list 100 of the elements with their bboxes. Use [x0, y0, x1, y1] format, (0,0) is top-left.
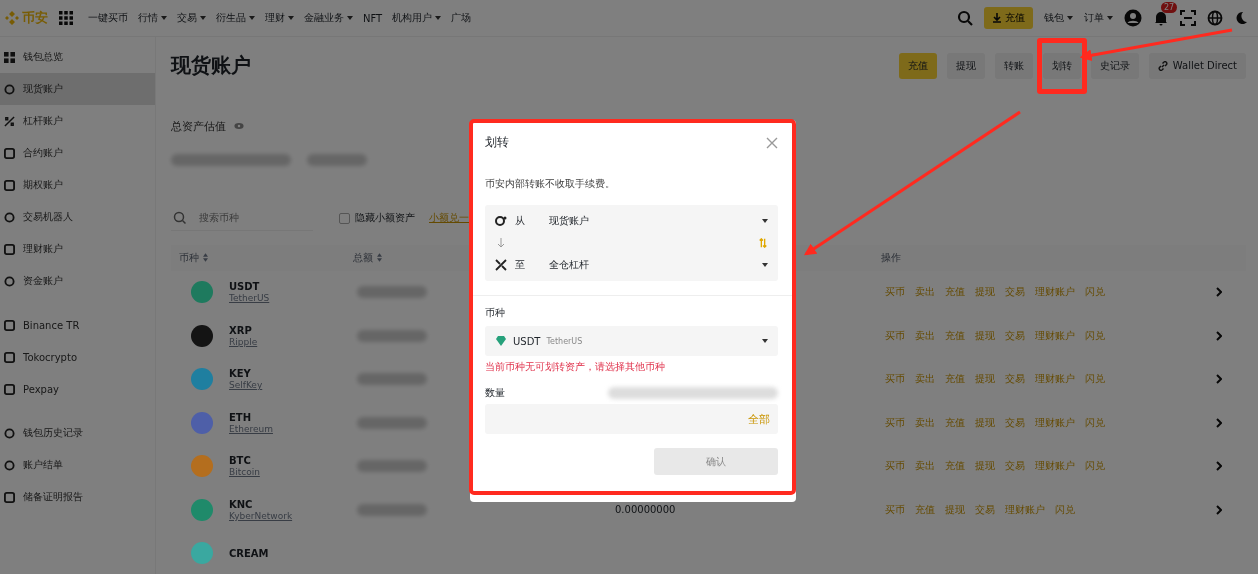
sidebar-item[interactable]: Pexpay — [0, 373, 155, 405]
action-link[interactable]: 闪兑 — [1085, 459, 1105, 474]
action-link[interactable]: 买币 — [885, 372, 905, 387]
action-link[interactable]: 闪兑 — [1085, 285, 1105, 300]
action-link[interactable]: 闪兑 — [1085, 372, 1105, 387]
sidebar-item[interactable]: 钱包总览 — [0, 41, 155, 73]
action-link[interactable]: 卖出 — [915, 285, 935, 300]
sidebar-item[interactable]: Tokocrypto — [0, 341, 155, 373]
nav-menu-item[interactable]: 钱包 — [1044, 11, 1073, 25]
action-link[interactable]: 卖出 — [915, 415, 935, 430]
action-link[interactable]: 理财账户 — [1035, 285, 1075, 300]
sort-icon[interactable] — [377, 253, 382, 262]
chevron-right-icon[interactable] — [1216, 461, 1222, 472]
nav-menu-item[interactable]: 广场 — [451, 11, 472, 25]
user-avatar-icon[interactable] — [1124, 9, 1142, 27]
action-link[interactable]: 充值 — [945, 372, 965, 387]
nav-menu-item[interactable]: 订单 — [1084, 11, 1113, 25]
sidebar-item[interactable]: Binance TR — [0, 309, 155, 341]
sidebar-item[interactable]: 账户结单 — [0, 449, 155, 481]
nav-menu-item[interactable]: NFT — [363, 11, 383, 25]
sidebar-item[interactable]: 交易机器人 — [0, 201, 155, 233]
action-link[interactable]: 提现 — [975, 285, 995, 300]
action-link[interactable]: 提现 — [945, 502, 965, 517]
column-header[interactable]: 币种 — [179, 250, 199, 265]
chevron-right-icon[interactable] — [1216, 287, 1222, 298]
action-link[interactable]: 买币 — [885, 502, 905, 517]
sidebar-item[interactable]: 杠杆账户 — [0, 105, 155, 137]
action-button[interactable]: 转账 — [994, 52, 1033, 79]
action-link[interactable]: 提现 — [975, 415, 995, 430]
action-link[interactable]: 提现 — [975, 459, 995, 474]
bell-icon[interactable] — [1153, 10, 1169, 26]
action-link[interactable]: 交易 — [1005, 372, 1025, 387]
moon-icon[interactable] — [1234, 11, 1248, 25]
sidebar-item[interactable]: 资金账户 — [0, 265, 155, 297]
action-link[interactable]: 闪兑 — [1085, 328, 1105, 343]
coin-select[interactable]: USDT TetherUS — [485, 326, 778, 356]
action-link[interactable]: 理财账户 — [1035, 415, 1075, 430]
coin-name[interactable]: KyberNetwork — [229, 510, 293, 521]
chevron-right-icon[interactable] — [1216, 374, 1222, 385]
nav-menu-item[interactable]: 理财 — [265, 11, 294, 25]
nav-menu-item[interactable]: 机构用户 — [392, 11, 442, 25]
sort-icon[interactable] — [203, 253, 208, 262]
sidebar-item[interactable]: 现货账户 — [0, 73, 155, 105]
action-link[interactable]: 交易 — [975, 502, 995, 517]
action-link[interactable]: 买币 — [885, 285, 905, 300]
action-button[interactable]: 史记录 — [1090, 52, 1139, 79]
coin-name[interactable]: Ethereum — [229, 423, 273, 434]
nav-menu-item[interactable]: 衍生品 — [216, 11, 255, 25]
nav-menu-item[interactable]: 一键买币 — [88, 11, 128, 25]
coin-name[interactable]: TetherUS — [229, 293, 270, 304]
action-link[interactable]: 充值 — [945, 415, 965, 430]
eye-icon[interactable] — [234, 121, 244, 131]
nav-menu-item[interactable]: 金融业务 — [304, 11, 353, 25]
action-link[interactable]: 充值 — [945, 328, 965, 343]
action-link[interactable]: 充值 — [945, 285, 965, 300]
action-link[interactable]: 理财账户 — [1035, 372, 1075, 387]
coin-name[interactable]: Bitcoin — [229, 467, 260, 478]
action-button[interactable]: Wallet Direct — [1148, 52, 1246, 79]
action-link[interactable]: 买币 — [885, 459, 905, 474]
action-link[interactable]: 交易 — [1005, 459, 1025, 474]
deposit-button[interactable]: 充值 — [984, 7, 1033, 29]
to-account-select[interactable]: 至 全仓杠杆 — [495, 257, 768, 273]
action-link[interactable]: 卖出 — [915, 372, 935, 387]
action-link[interactable]: 卖出 — [915, 459, 935, 474]
chevron-right-icon[interactable] — [1216, 417, 1222, 428]
action-button[interactable]: 划转 — [1042, 52, 1081, 79]
action-link[interactable]: 理财账户 — [1035, 328, 1075, 343]
nav-menu-item[interactable]: 交易 — [177, 11, 206, 25]
action-link[interactable]: 理财账户 — [1035, 459, 1075, 474]
globe-icon[interactable] — [1207, 10, 1223, 26]
action-link[interactable]: 提现 — [975, 372, 995, 387]
action-link[interactable]: 闪兑 — [1055, 502, 1075, 517]
action-link[interactable]: 提现 — [975, 328, 995, 343]
max-link[interactable]: 全部 — [748, 411, 770, 427]
sidebar-item[interactable]: 钱包历史记录 — [0, 417, 155, 449]
action-link[interactable]: 充值 — [945, 459, 965, 474]
action-link[interactable]: 交易 — [1005, 285, 1025, 300]
search-icon[interactable] — [957, 10, 973, 26]
amount-field[interactable]: 全部 — [485, 404, 778, 434]
action-link[interactable]: 交易 — [1005, 415, 1025, 430]
logo[interactable]: 币安 — [4, 9, 48, 27]
action-link[interactable]: 买币 — [885, 415, 905, 430]
from-account-select[interactable]: 从 现货账户 — [495, 213, 768, 229]
nav-menu-item[interactable]: 行情 — [138, 11, 167, 25]
action-link[interactable]: 买币 — [885, 328, 905, 343]
sidebar-item[interactable]: 合约账户 — [0, 137, 155, 169]
action-button[interactable]: 提现 — [946, 52, 985, 79]
search-field[interactable]: 搜索币种 — [197, 211, 301, 224]
checkbox[interactable] — [339, 212, 350, 224]
sidebar-item[interactable]: 期权账户 — [0, 169, 155, 201]
chevron-right-icon[interactable] — [1216, 330, 1222, 341]
chevron-right-icon[interactable] — [1216, 504, 1222, 515]
column-header[interactable]: 总额 — [353, 250, 373, 265]
action-link[interactable]: 充值 — [915, 502, 935, 517]
sidebar-item[interactable]: 理财账户 — [0, 233, 155, 265]
action-link[interactable]: 理财账户 — [1005, 502, 1045, 517]
close-icon[interactable] — [766, 136, 778, 149]
sidebar-item[interactable]: 储备证明报告 — [0, 481, 155, 513]
coin-name[interactable]: Ripple — [229, 336, 258, 347]
action-link[interactable]: 闪兑 — [1085, 415, 1105, 430]
